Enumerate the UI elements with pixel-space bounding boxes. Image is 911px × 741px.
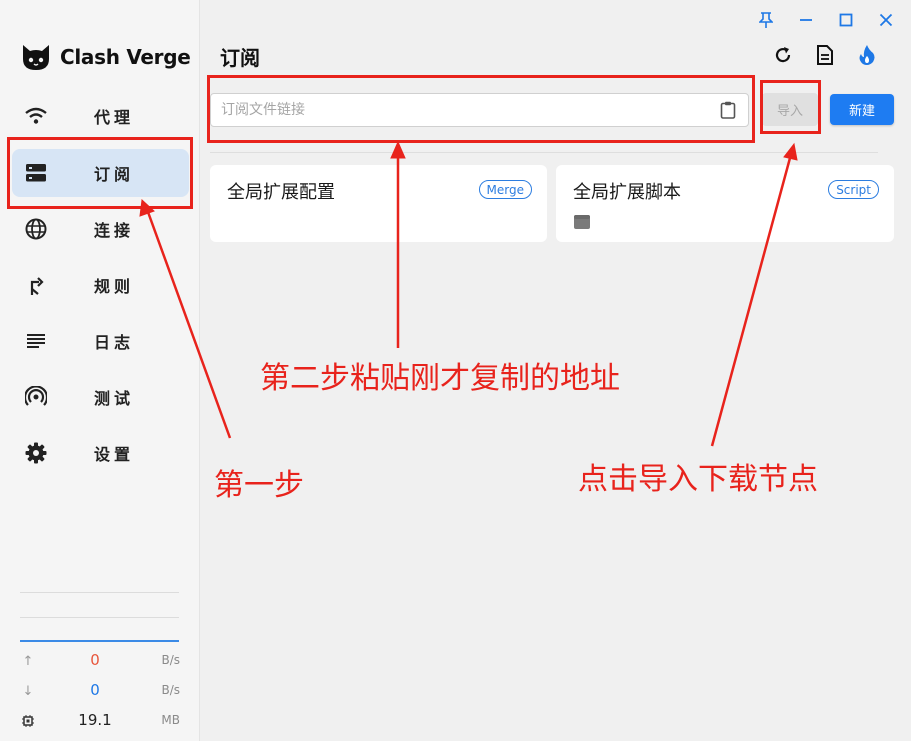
memory-usage-value: 19.1 xyxy=(78,711,112,729)
traffic-graph-line xyxy=(20,640,179,642)
annotation-step1: 第一步 xyxy=(214,468,304,503)
sidebar-item-label: 规则 xyxy=(94,277,135,296)
upload-speed-value: 0 xyxy=(90,651,100,669)
pin-icon[interactable] xyxy=(756,10,776,30)
sidebar: Clash Verge 代理 订阅 连接 规则 日志 测试 设置 ↑ 0 B/s… xyxy=(0,0,200,741)
annotation-box-sidebar xyxy=(7,137,193,209)
annotation-box-input xyxy=(207,75,755,143)
card-title: 全局扩展配置 xyxy=(227,182,335,203)
sidebar-item-label: 日志 xyxy=(94,333,135,352)
script-badge: Script xyxy=(828,180,879,199)
memory-usage-unit: MB xyxy=(161,713,180,727)
sidebar-item-proxy[interactable]: 代理 xyxy=(12,92,189,140)
gear-icon xyxy=(24,441,48,465)
annotation-step2: 第二步粘贴刚才复制的地址 xyxy=(260,361,620,396)
card-title: 全局扩展脚本 xyxy=(573,182,681,203)
fire-icon[interactable] xyxy=(856,44,878,66)
maximize-icon[interactable] xyxy=(836,10,856,30)
global-script-card[interactable]: 全局扩展脚本 Script xyxy=(556,165,894,242)
sidebar-item-label: 设置 xyxy=(94,445,135,464)
lines-icon xyxy=(24,329,48,353)
wifi-icon xyxy=(24,104,48,128)
app-name: Clash Verge xyxy=(60,45,191,69)
page-title: 订阅 xyxy=(220,46,260,70)
minimize-icon[interactable] xyxy=(796,10,816,30)
file-icon xyxy=(574,214,590,229)
signal-icon xyxy=(24,385,48,409)
document-icon[interactable] xyxy=(814,44,836,66)
global-merge-card[interactable]: 全局扩展配置 Merge xyxy=(210,165,547,242)
arrow-down-icon: ↓ xyxy=(22,683,34,699)
annotation-step3: 点击导入下载节点 xyxy=(578,462,818,497)
download-speed-unit: B/s xyxy=(161,683,180,697)
app-logo: Clash Verge xyxy=(20,40,191,74)
sidebar-item-settings[interactable]: 设置 xyxy=(12,429,189,477)
sidebar-item-label: 代理 xyxy=(94,108,135,127)
sidebar-item-logs[interactable]: 日志 xyxy=(12,317,189,365)
divider xyxy=(210,152,878,153)
new-button[interactable]: 新建 xyxy=(830,94,894,125)
close-icon[interactable] xyxy=(876,10,896,30)
divider xyxy=(20,592,179,593)
upload-speed-row: ↑ 0 B/s xyxy=(20,651,180,671)
merge-badge: Merge xyxy=(478,180,532,199)
sidebar-item-label: 测试 xyxy=(94,389,135,408)
annotation-box-import xyxy=(760,80,821,134)
upload-speed-unit: B/s xyxy=(161,653,180,667)
fork-arrow-icon xyxy=(24,273,48,297)
download-speed-row: ↓ 0 B/s xyxy=(20,681,180,701)
arrow-up-icon: ↑ xyxy=(22,653,34,669)
chip-icon xyxy=(20,713,36,729)
divider xyxy=(20,617,179,618)
cat-logo-icon xyxy=(23,45,49,70)
download-speed-value: 0 xyxy=(90,681,100,699)
sidebar-item-label: 连接 xyxy=(94,221,135,240)
globe-icon xyxy=(24,217,48,241)
sidebar-item-rules[interactable]: 规则 xyxy=(12,261,189,309)
memory-usage-row: 19.1 MB xyxy=(20,711,180,731)
sidebar-item-test[interactable]: 测试 xyxy=(12,373,189,421)
refresh-icon[interactable] xyxy=(772,44,794,66)
sidebar-item-connections[interactable]: 连接 xyxy=(12,205,189,253)
